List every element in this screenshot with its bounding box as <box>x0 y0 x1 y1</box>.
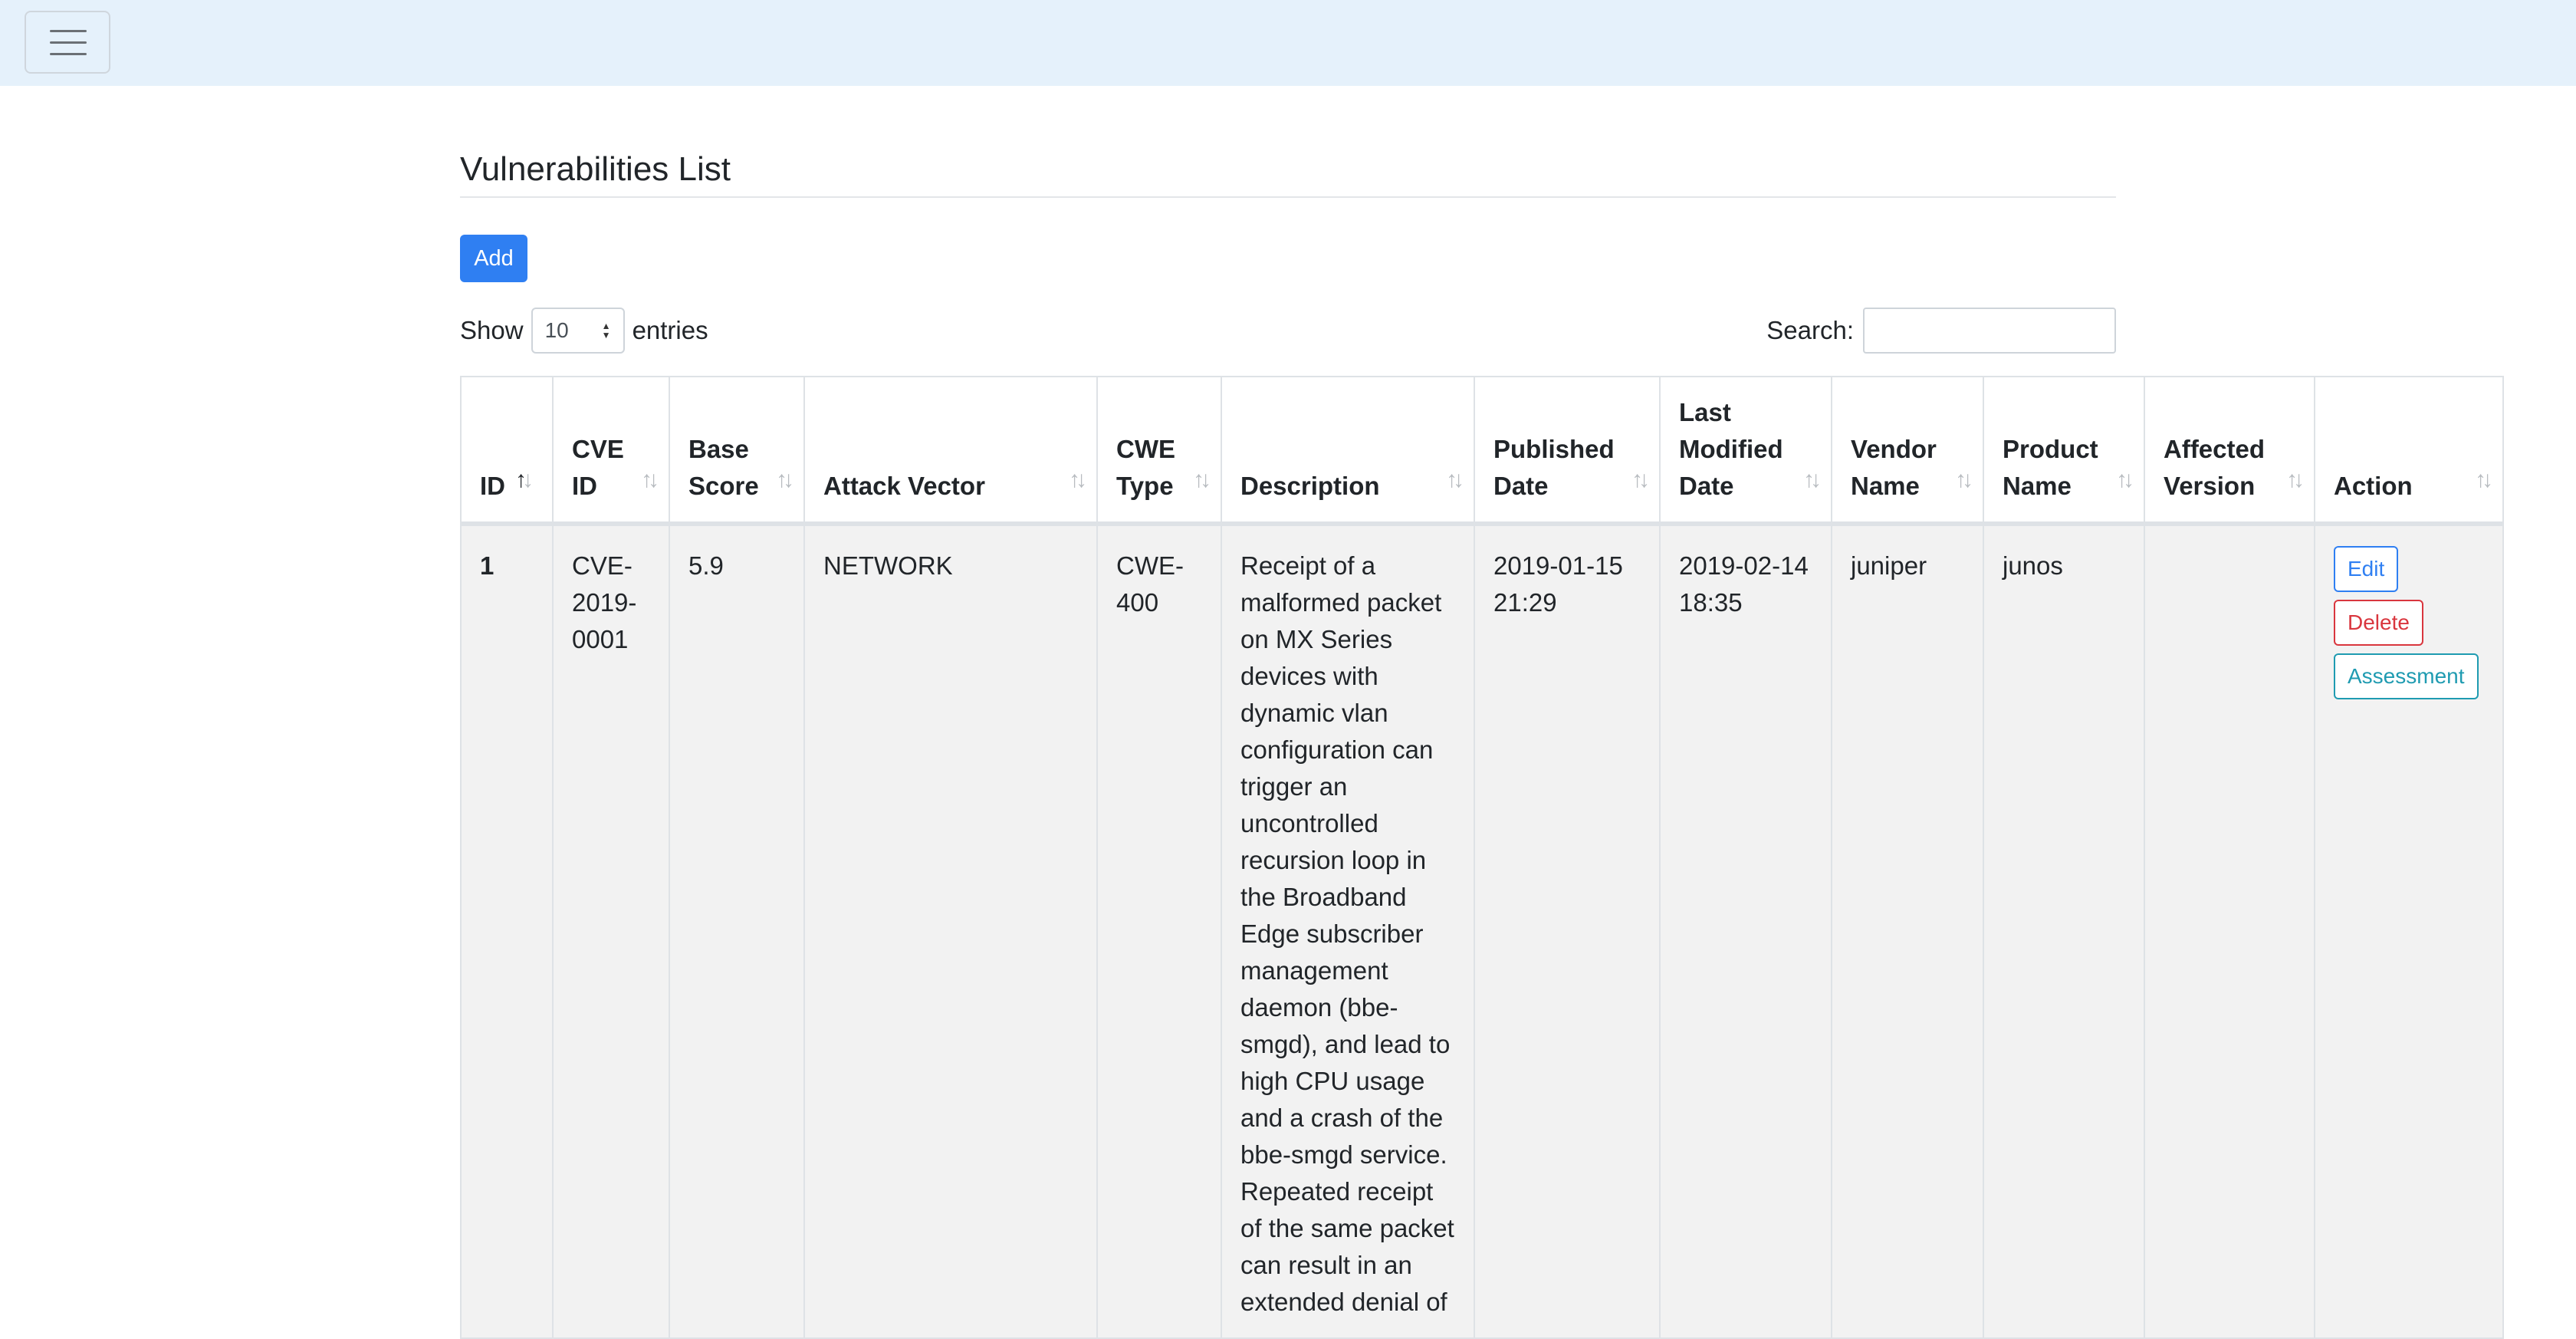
sort-icon: ↑↓ <box>1446 467 1464 492</box>
delete-button[interactable]: Delete <box>2334 600 2423 646</box>
sort-icon: ↑↓ <box>1803 467 1822 492</box>
search-input[interactable] <box>1863 308 2116 354</box>
sort-icon: ↑↓ <box>1631 467 1650 492</box>
column-header-published-date[interactable]: Published Date ↑↓ <box>1474 376 1661 526</box>
table-search: Search: <box>1766 307 2116 354</box>
sort-icon: ↑↓ <box>2286 467 2305 492</box>
cell-actions: Edit Delete Assessment <box>2314 523 2504 1339</box>
search-label: Search: <box>1766 316 1854 344</box>
sort-icon: ↑↓ <box>1193 467 1211 492</box>
cell-base-score: 5.9 <box>669 523 805 1339</box>
entries-label: entries <box>632 316 708 344</box>
cell-last-modified-date: 2019-02-14 18:35 <box>1659 523 1832 1339</box>
column-header-action[interactable]: Action ↑↓ <box>2314 376 2504 526</box>
show-label: Show <box>460 316 524 344</box>
menu-toggle-button[interactable] <box>25 11 110 74</box>
sort-icon: ↑↓ <box>2475 467 2493 492</box>
cell-id: 1 <box>460 523 554 1339</box>
page-title: Vulnerabilities List <box>460 150 731 188</box>
edit-button[interactable]: Edit <box>2334 546 2399 592</box>
sort-icon: ↑↓ <box>1955 467 1973 492</box>
sort-icon: ↑↓ <box>1069 467 1087 492</box>
sort-ascending-icon: ↑↓ <box>515 467 534 492</box>
cell-affected-version <box>2144 523 2315 1339</box>
column-header-cwe-type[interactable]: CWE Type ↑↓ <box>1096 376 1222 526</box>
sort-icon: ↑↓ <box>641 467 659 492</box>
assessment-button[interactable]: Assessment <box>2334 653 2479 699</box>
cell-cwe-type: CWE-400 <box>1096 523 1222 1339</box>
add-button[interactable]: Add <box>460 235 527 282</box>
cell-product-name: junos <box>1983 523 2145 1339</box>
select-caret-icon: ▲ ▼ <box>601 321 611 341</box>
column-header-attack-vector[interactable]: Attack Vector ↑↓ <box>803 376 1098 526</box>
column-header-last-modified-date[interactable]: Last Modified Date ↑↓ <box>1659 376 1832 526</box>
cell-cve-id: CVE-2019-0001 <box>552 523 670 1339</box>
column-header-product-name[interactable]: Product Name ↑↓ <box>1983 376 2145 526</box>
table-header-row: ID ↑↓ CVE ID ↑↓ Base Score ↑↓ Attack Vector… <box>460 376 2504 526</box>
column-header-base-score[interactable]: Base Score ↑↓ <box>669 376 805 526</box>
table-row: 1 CVE-2019-0001 5.9 NETWORK CWE-400 Rece… <box>460 523 2504 1339</box>
cell-attack-vector: NETWORK <box>803 523 1098 1339</box>
entries-select[interactable]: 10 ▲ ▼ <box>531 308 625 354</box>
sort-icon: ↑↓ <box>2116 467 2134 492</box>
cell-vendor-name: juniper <box>1831 523 1984 1339</box>
entries-select-value: 10 <box>544 318 569 342</box>
cell-published-date: 2019-01-15 21:29 <box>1474 523 1661 1339</box>
column-header-cve-id[interactable]: CVE ID ↑↓ <box>552 376 670 526</box>
column-header-description[interactable]: Description ↑↓ <box>1221 376 1475 526</box>
column-header-affected-version[interactable]: Affected Version ↑↓ <box>2144 376 2315 526</box>
vulnerabilities-table: ID ↑↓ CVE ID ↑↓ Base Score ↑↓ Attack Vector… <box>460 376 2504 1339</box>
column-header-vendor-name[interactable]: Vendor Name ↑↓ <box>1831 376 1984 526</box>
cell-description: Receipt of a malformed packet on MX Seri… <box>1221 523 1475 1339</box>
sort-icon: ↑↓ <box>776 467 794 492</box>
top-navbar <box>0 0 2576 86</box>
title-divider <box>460 196 2116 198</box>
entries-length-control: Show 10 ▲ ▼ entries <box>460 307 708 354</box>
column-header-id[interactable]: ID ↑↓ <box>460 376 554 526</box>
